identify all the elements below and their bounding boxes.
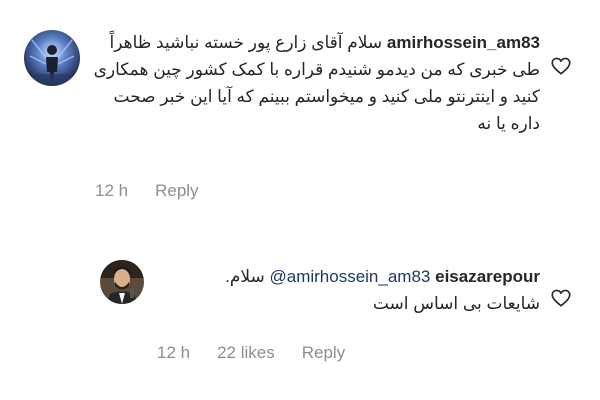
- comment-username[interactable]: eisazarepour: [435, 267, 540, 286]
- comment-meta: 12 h 22 likes Reply: [157, 343, 345, 363]
- comment-username[interactable]: amirhossein_am83: [387, 33, 540, 52]
- comment-item: amirhossein_am83 سلام آقای زارع پور خسته…: [0, 0, 600, 215]
- comment-text: amirhossein_am83 سلام آقای زارع پور خسته…: [88, 29, 540, 137]
- comment-line-1: amirhossein_am83 سلام آقای زارع پور خسته…: [88, 29, 540, 56]
- timestamp: 12 h: [95, 181, 129, 200]
- heart-outline-icon[interactable]: [550, 55, 572, 77]
- comment-meta: 12 h Reply: [95, 181, 199, 201]
- heart-outline-icon[interactable]: [550, 287, 572, 309]
- mention-link[interactable]: @amirhossein_am83: [269, 267, 430, 286]
- reply-comment-item: eisazarepour @amirhossein_am83 سلام. شای…: [0, 245, 600, 395]
- reply-line-1: eisazarepour @amirhossein_am83 سلام.: [150, 263, 540, 290]
- reply-button[interactable]: Reply: [302, 343, 345, 363]
- avatar[interactable]: [100, 260, 144, 304]
- reply-button[interactable]: Reply: [155, 181, 198, 201]
- comment-body-line: سلام آقای زارع پور خسته نباشید ظاهراً: [109, 33, 383, 52]
- comment-body: طی خبری که من دیدمو شنیدم قراره با کمک ک…: [93, 60, 540, 133]
- likes-count[interactable]: 22 likes: [217, 343, 275, 363]
- reply-body: شایعات بی اساس است: [372, 294, 540, 313]
- timestamp: 12 h: [157, 343, 191, 362]
- reply-text: eisazarepour @amirhossein_am83 سلام. شای…: [150, 263, 540, 317]
- avatar[interactable]: [24, 30, 80, 86]
- greeting-text: سلام.: [225, 267, 265, 286]
